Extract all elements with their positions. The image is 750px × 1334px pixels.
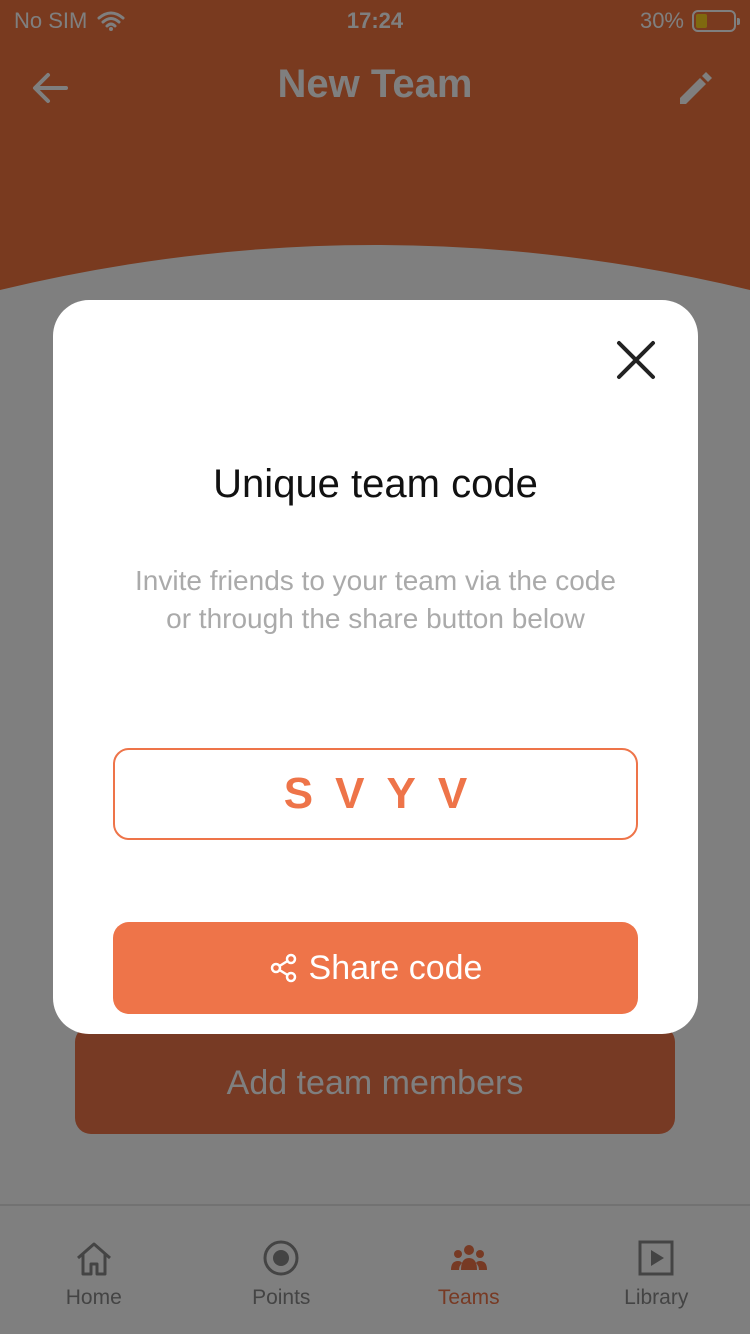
team-code-dialog: Unique team code Invite friends to your …	[53, 300, 698, 1034]
share-icon	[270, 953, 296, 983]
share-code-label: Share code	[308, 948, 483, 987]
dialog-description: Invite friends to your team via the code…	[135, 565, 616, 634]
close-icon[interactable]	[611, 335, 661, 385]
dialog-title: Unique team code	[213, 462, 538, 506]
share-code-button[interactable]: Share code	[113, 922, 638, 1014]
team-code: SVYV	[113, 748, 638, 840]
